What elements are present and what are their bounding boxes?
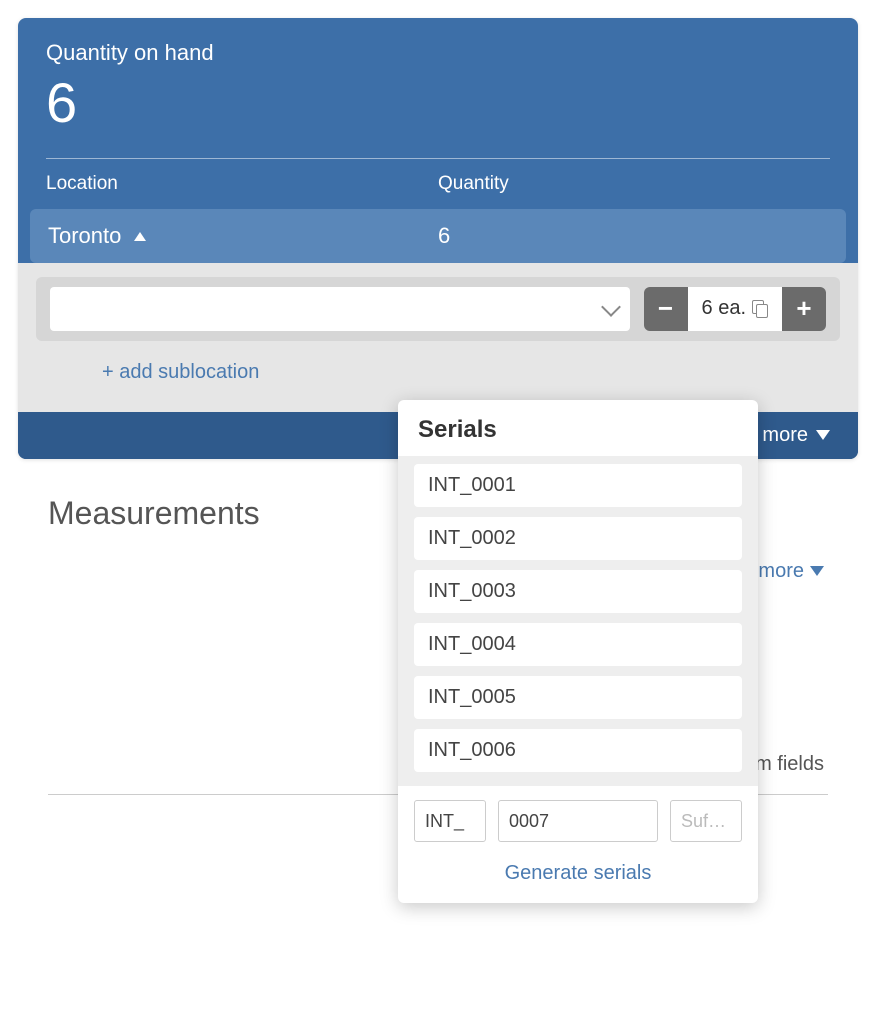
sublocation-panel: − 6 ea. + + add sublocation	[18, 263, 858, 412]
serials-icon	[754, 302, 768, 316]
location-qty: 6	[438, 223, 828, 249]
serial-item[interactable]: INT_0002	[414, 517, 742, 560]
generate-serials-link[interactable]: Generate serials	[398, 856, 758, 903]
quantity-display[interactable]: 6 ea.	[688, 287, 782, 331]
qoh-label: Quantity on hand	[46, 40, 830, 66]
chevron-down-icon	[816, 430, 830, 440]
divider	[46, 158, 830, 159]
decrement-button[interactable]: −	[644, 287, 688, 331]
serial-generator-row	[398, 786, 758, 856]
serial-item[interactable]: INT_0003	[414, 570, 742, 613]
quantity-stepper: − 6 ea. +	[644, 287, 826, 331]
chevron-down-icon	[601, 297, 621, 317]
collapse-icon	[134, 232, 146, 241]
serial-item[interactable]: INT_0005	[414, 676, 742, 719]
serials-list: INT_0001 INT_0002 INT_0003 INT_0004 INT_0005…	[398, 456, 758, 786]
chevron-down-icon	[810, 566, 824, 576]
quantity-text: 6 ea.	[702, 297, 746, 320]
serial-item[interactable]: INT_0004	[414, 623, 742, 666]
serial-number-input[interactable]	[498, 800, 658, 842]
serial-item[interactable]: INT_0006	[414, 729, 742, 772]
inventory-card: Quantity on hand 6 Location Quantity Tor…	[18, 18, 858, 459]
serials-title: Serials	[398, 400, 758, 456]
serial-prefix-input[interactable]	[414, 800, 486, 842]
serial-item[interactable]: INT_0001	[414, 464, 742, 507]
location-table-header: Location Quantity	[18, 173, 858, 209]
qoh-value: 6	[46, 72, 830, 134]
increment-button[interactable]: +	[782, 287, 826, 331]
add-sublocation-link[interactable]: + add sublocation	[36, 341, 840, 394]
col-location: Location	[46, 173, 438, 195]
serials-popover: Serials INT_0001 INT_0002 INT_0003 INT_0004…	[398, 400, 758, 903]
serial-suffix-input[interactable]	[670, 800, 742, 842]
location-row-toronto[interactable]: Toronto 6	[30, 209, 846, 263]
location-name: Toronto	[48, 223, 121, 248]
sublocation-editor: − 6 ea. +	[36, 277, 840, 341]
col-quantity: Quantity	[438, 173, 830, 195]
sublocation-select[interactable]	[50, 287, 630, 331]
